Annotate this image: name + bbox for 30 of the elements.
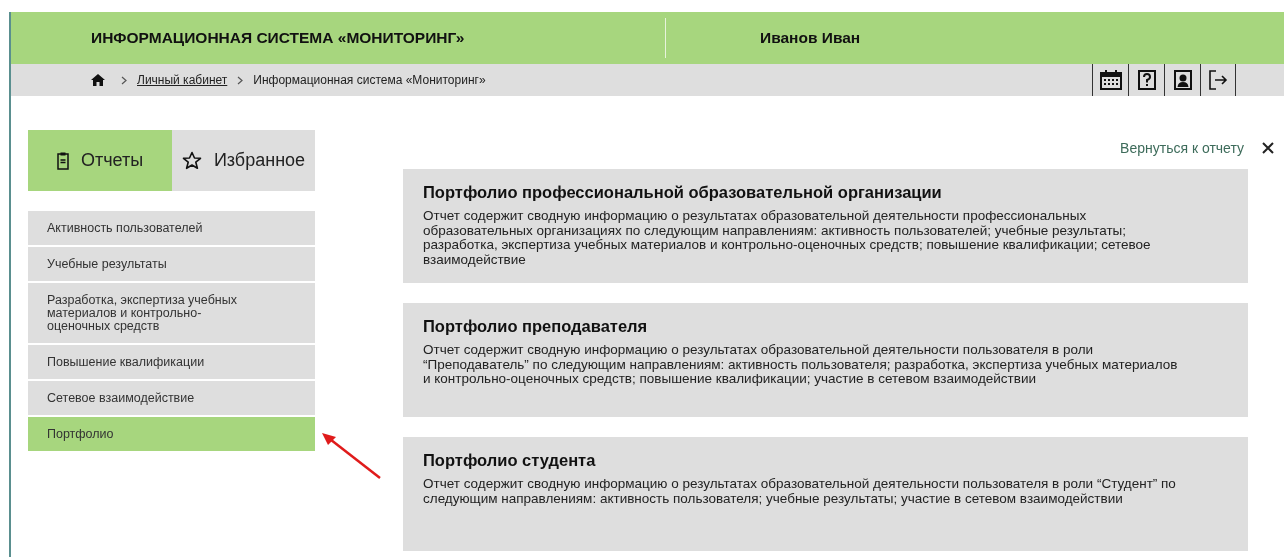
report-description: Отчет содержит сводную информацию о результатах образовательной деятельности пользователя в роли “Преподаватель” по следующим направлениям: активность пользователя; разработка, экспертиза учебных материалов и контрольно-оценочных средств; повышение квалификации; участие в сетевом взаимодействии: [423, 343, 1179, 387]
star-icon: [181, 151, 202, 170]
chevron-icon: [121, 75, 127, 85]
close-icon[interactable]: [1262, 142, 1274, 154]
sidebar-tab[interactable]: Избранное: [172, 130, 315, 191]
report-description: Отчет содержит сводную информацию о результатах образовательной деятельности пользователя в роли “Студент” по следующим направлениям: активность пользователя; учебные результаты; участие в сетевом взаимодействии: [423, 477, 1177, 506]
report-category-item[interactable]: Учебные результаты: [28, 247, 315, 281]
report-title: Портфолио преподавателя: [423, 317, 649, 336]
annotation-arrow: [320, 432, 382, 480]
report-description: Отчет содержит сводную информацию о результатах образовательной деятельности профессиональных образовательных организациях по следующим направлениям: активность пользователей; учебные результаты; разработка, экспертиза учебных материалов и контрольно-оценочных средств; повышение квалификации; сетевое взаимодействие: [423, 209, 1152, 267]
logout-icon[interactable]: [1200, 64, 1236, 96]
chevron-icon: [237, 75, 244, 85]
system-title: ИНФОРМАЦИОННАЯ СИСТЕМА «МОНИТОРИНГ»: [90, 29, 466, 47]
report-category-item[interactable]: Разработка, экспертиза учебных материалов и контрольно-оценочных средств: [28, 283, 315, 343]
breadcrumb-current: Информационная система «Мониторинг»: [253, 73, 486, 87]
report-title: Портфолио студента: [423, 451, 597, 470]
user-name: Иванов Иван: [759, 29, 861, 47]
report-category-item[interactable]: Повышение квалификации: [28, 345, 315, 379]
report-category-item[interactable]: Сетевое взаимодействие: [28, 381, 315, 415]
report-card[interactable]: [403, 169, 1248, 283]
breadcrumb-link[interactable]: Личный кабинет: [137, 73, 228, 87]
back-to-report-link[interactable]: Вернуться к отчету: [1120, 140, 1244, 156]
document-icon: [56, 151, 69, 170]
report-category-item[interactable]: Портфолио: [28, 417, 315, 451]
home-icon[interactable]: [91, 74, 105, 86]
report-card[interactable]: [403, 437, 1248, 551]
report-category-item[interactable]: Активность пользователей: [28, 211, 315, 245]
report-card[interactable]: [403, 303, 1248, 417]
report-title: Портфолио профессиональной образовательной организации: [423, 183, 943, 202]
sidebar-tab[interactable]: Отчеты: [28, 130, 172, 191]
